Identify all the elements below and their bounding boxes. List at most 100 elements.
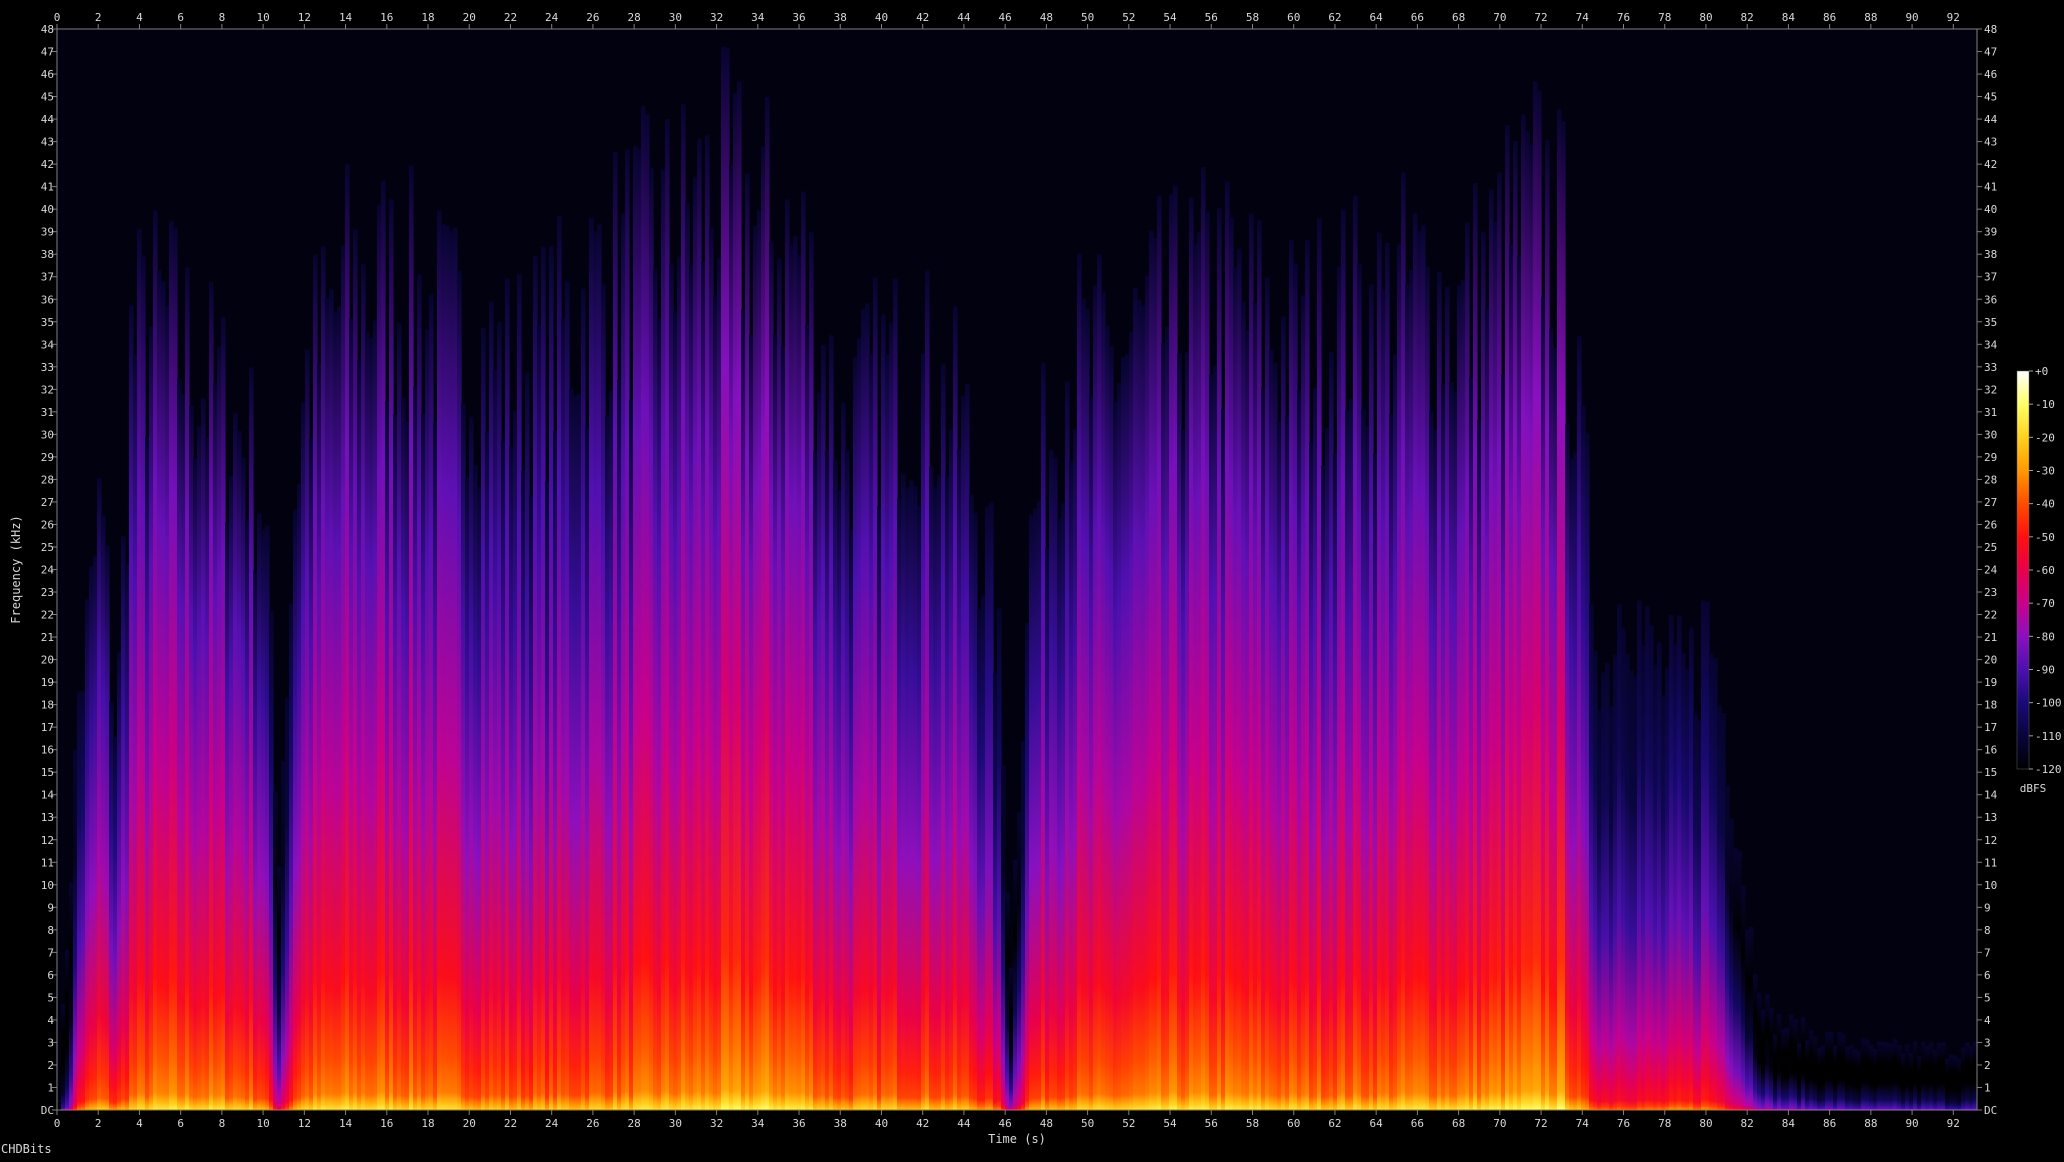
- spectrogram-column: [1005, 892, 1010, 1110]
- colorbar-tick-label: -40: [2035, 498, 2055, 511]
- spectrogram-column: [165, 305, 170, 1110]
- y-tick-label-right: 10: [1984, 879, 1997, 892]
- spectrogram-column: [777, 258, 782, 1111]
- spectrogram-column: [409, 165, 414, 1111]
- x-tick-label-bottom: 82: [1741, 1117, 1754, 1130]
- spectrogram-column: [769, 242, 774, 1111]
- spectrogram-column: [713, 296, 718, 1110]
- x-tick-label-bottom: 10: [256, 1117, 269, 1130]
- spectrogram-column: [517, 274, 522, 1110]
- y-tick-label-right: 43: [1984, 136, 1997, 149]
- spectrogram-column: [1185, 352, 1190, 1111]
- spectrogram-column: [197, 426, 202, 1110]
- y-tick-label-left: 31: [41, 406, 54, 419]
- spectrogram-column: [505, 278, 510, 1110]
- x-tick-label-top: 8: [219, 11, 226, 24]
- spectrogram-column: [1581, 406, 1586, 1110]
- x-axis-label: Time (s): [988, 1132, 1046, 1146]
- spectrogram-column: [1413, 212, 1418, 1111]
- spectrogram-column: [97, 478, 102, 1111]
- spectrogram-column: [365, 332, 370, 1110]
- spectrogram-column: [669, 264, 674, 1111]
- spectrogram-column: [193, 458, 198, 1110]
- spectrogram-column: [1317, 218, 1322, 1110]
- x-tick-label-top: 28: [628, 11, 641, 24]
- y-axis-left: DC12345678910111213141516171819202122232…: [41, 23, 57, 1117]
- spectrogram-column: [429, 294, 434, 1110]
- y-tick-label-left: 15: [41, 766, 54, 779]
- spectrogram-column: [841, 402, 846, 1110]
- spectrogram-column: [1509, 244, 1514, 1110]
- spectrogram-column: [705, 135, 710, 1111]
- spectrogram-column: [1249, 213, 1254, 1111]
- spectrogram-column: [577, 393, 582, 1110]
- x-tick-label-bottom: 34: [751, 1117, 765, 1130]
- colorbar-tick-label: -120: [2035, 763, 2062, 776]
- spectrogram-column: [945, 475, 950, 1110]
- spectrogram-column: [661, 169, 666, 1110]
- spectrogram-column: [1797, 1043, 1802, 1110]
- y-tick-label-right: 21: [1984, 631, 1997, 644]
- spectrogram-column: [321, 246, 326, 1110]
- spectrogram-column: [1781, 1029, 1786, 1110]
- spectrogram-column: [757, 209, 762, 1110]
- y-tick-label-left: 27: [41, 496, 54, 509]
- spectrogram-column: [701, 261, 706, 1110]
- spectrogram-column: [201, 398, 206, 1111]
- spectrogram-column: [613, 151, 618, 1110]
- spectrogram-column: [105, 545, 110, 1110]
- spectrogram-column: [997, 608, 1002, 1110]
- spectrogram-column: [901, 473, 906, 1111]
- spectrogram-column: [1653, 665, 1658, 1110]
- spectrogram-column: [1345, 409, 1350, 1110]
- y-tick-label-right: 40: [1984, 203, 1997, 216]
- spectrogram-column: [1073, 428, 1078, 1111]
- y-tick-label-left: 4: [47, 1014, 54, 1027]
- spectrogram-column: [1229, 217, 1234, 1110]
- x-tick-label-bottom: 16: [380, 1117, 393, 1130]
- spectrogram-column: [1713, 658, 1718, 1110]
- y-tick-label-left: 18: [41, 699, 54, 712]
- spectrogram-column: [1641, 645, 1646, 1110]
- spectrogram-column: [1529, 144, 1534, 1110]
- spectrogram-column: [317, 363, 322, 1110]
- x-tick-label-bottom: 8: [219, 1117, 226, 1130]
- spectrogram-column: [337, 306, 342, 1111]
- y-tick-label-left: 48: [41, 23, 54, 36]
- x-tick-label-top: 4: [136, 11, 143, 24]
- y-tick-label-right: 18: [1984, 699, 1997, 712]
- spectrogram-column: [1361, 409, 1366, 1110]
- spectrogram-column: [1913, 1041, 1918, 1110]
- spectrogram-column: [1293, 263, 1298, 1110]
- y-tick-label-right: 35: [1984, 316, 1997, 329]
- spectrogram-column: [937, 475, 942, 1111]
- spectrogram-column: [241, 457, 246, 1111]
- spectrogram-column: [149, 326, 154, 1110]
- spectrogram-column: [1965, 1042, 1970, 1110]
- spectrogram-column: [813, 451, 818, 1110]
- spectrogram-column: [1445, 286, 1450, 1110]
- y-tick-label-left: 40: [41, 203, 54, 216]
- spectrogram-column: [893, 278, 898, 1110]
- spectrogram-column: [1609, 706, 1614, 1110]
- spectrogram-column: [1121, 356, 1126, 1110]
- spectrogram-column: [465, 477, 470, 1110]
- spectrogram-column: [1633, 676, 1638, 1110]
- y-tick-label-right: 23: [1984, 586, 1997, 599]
- spectrogram-column: [965, 383, 970, 1110]
- x-tick-label-bottom: 12: [298, 1117, 311, 1130]
- spectrogram-column: [793, 235, 798, 1110]
- x-tick-label-top: 82: [1741, 11, 1754, 24]
- spectrogram-column: [781, 346, 786, 1110]
- spectrogram-column: [1861, 1038, 1866, 1110]
- spectrogram-column: [1545, 140, 1550, 1111]
- x-tick-label-bottom: 78: [1658, 1117, 1671, 1130]
- y-tick-label-left: DC: [41, 1104, 54, 1117]
- y-tick-label-right: 6: [1984, 969, 1991, 982]
- x-tick-label-top: 44: [957, 11, 971, 24]
- spectrogram-column: [1181, 429, 1186, 1110]
- spectrogram-column: [853, 356, 858, 1111]
- spectrogram-column: [1401, 172, 1406, 1110]
- spectrogram-column: [1617, 604, 1622, 1110]
- spectrogram-column: [993, 673, 998, 1110]
